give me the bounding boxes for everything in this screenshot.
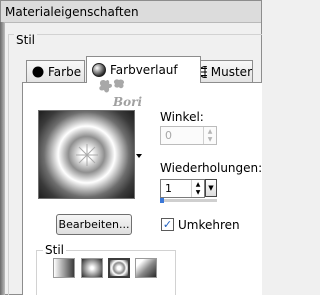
repeats-label: Wiederholungen: bbox=[160, 161, 263, 175]
invert-checkbox[interactable]: ✓ bbox=[161, 218, 174, 231]
repeats-slider-track[interactable] bbox=[160, 199, 217, 202]
checkmark-icon: ✓ bbox=[162, 218, 173, 231]
repeats-down-arrow-icon[interactable]: ▼ bbox=[192, 188, 204, 196]
style-sunburst-button[interactable] bbox=[108, 258, 130, 278]
black-circle-icon bbox=[32, 66, 44, 77]
angle-up-arrow-icon[interactable]: ▲ bbox=[204, 127, 216, 135]
left-shadow bbox=[0, 22, 5, 295]
repeats-value: 1 bbox=[165, 182, 172, 195]
window-title: Materialeigenschaften bbox=[5, 5, 139, 19]
style-radial-button[interactable] bbox=[135, 258, 157, 278]
title-bar[interactable]: Materialeigenschaften bbox=[1, 1, 261, 23]
repeats-up-arrow-icon[interactable]: ▲ bbox=[192, 180, 204, 188]
angle-label: Winkel: bbox=[160, 110, 204, 124]
tab-pattern-label: Muster bbox=[210, 64, 252, 79]
style-group-label: Stil bbox=[14, 33, 37, 47]
angle-spin-buttons: ▲ ▼ bbox=[203, 127, 216, 144]
tab-gradient-label: Farbverlauf bbox=[110, 63, 178, 77]
boris-logo: Boris bbox=[99, 79, 142, 109]
edit-button[interactable]: Bearbeiten... bbox=[56, 214, 132, 235]
svg-text:Boris: Boris bbox=[112, 95, 142, 109]
preview-dropdown-arrow-icon[interactable] bbox=[136, 154, 142, 159]
style-linear-button[interactable] bbox=[53, 258, 75, 278]
tab-pattern[interactable]: Muster bbox=[193, 60, 253, 82]
invert-label[interactable]: Umkehren bbox=[178, 218, 240, 232]
repeats-slider-thumb[interactable] bbox=[160, 198, 164, 203]
dropdown-arrow-icon: ▼ bbox=[208, 184, 214, 192]
tab-color-label: Farbe bbox=[48, 64, 82, 79]
gradient-sphere-icon bbox=[92, 63, 106, 77]
gradient-preview[interactable] bbox=[38, 110, 135, 199]
repeats-spinner[interactable]: 1 ▲ ▼ bbox=[160, 179, 205, 198]
angle-spinner[interactable]: 0 ▲ ▼ bbox=[160, 126, 217, 145]
angle-value: 0 bbox=[165, 129, 172, 142]
tab-color[interactable]: Farbe bbox=[26, 60, 85, 82]
angle-down-arrow-icon[interactable]: ▼ bbox=[204, 135, 216, 143]
style-rectangular-button[interactable] bbox=[81, 258, 103, 278]
repeats-spin-buttons: ▲ ▼ bbox=[191, 180, 204, 197]
repeats-dropdown-button[interactable]: ▼ bbox=[205, 179, 217, 197]
gradient-style-label: Stil bbox=[43, 243, 66, 257]
center-star-icon bbox=[76, 144, 98, 166]
